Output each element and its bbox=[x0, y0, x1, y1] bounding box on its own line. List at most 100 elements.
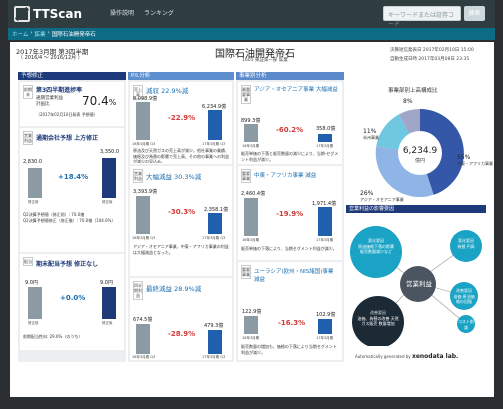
column-header: 事業別分析 bbox=[236, 72, 344, 80]
breadcrumb: ホーム › 鉱業 › 国際石油開発帝石 bbox=[12, 30, 96, 38]
bar-label: 16年3月期 Q3 bbox=[132, 142, 156, 146]
new-value: 2,358.1億 bbox=[204, 207, 229, 213]
change-percent: +0.0% bbox=[60, 294, 86, 302]
operating-profit-card: 営業利益 大幅減益 30.3%減 3,393.9億 16年3月期 Q3 -30.… bbox=[130, 166, 232, 276]
net-profit-card: 四半期利益 最終減益 28.9%減 674.5億 16年3月期 Q3 -28.9… bbox=[130, 278, 232, 360]
search-input[interactable]: キーワードまたは証券コード bbox=[383, 6, 461, 28]
new-value: 479.3億 bbox=[204, 323, 224, 329]
card-note: Q2決算予想値修正（修正後）: 70.0億（104.6%） bbox=[23, 218, 116, 223]
new-bar bbox=[102, 287, 116, 319]
search-button[interactable]: 検索 bbox=[464, 6, 485, 21]
breadcrumb-home[interactable]: ホーム bbox=[12, 30, 28, 38]
bar-label: 17年3月期 bbox=[316, 336, 334, 340]
announce-date: 決算短信発表日 2017年02月10日 15:00 bbox=[390, 48, 474, 53]
bar-label: 17年3月期 bbox=[316, 238, 334, 242]
change-percent: -60.2% bbox=[276, 126, 304, 134]
factor-bubble-label: 悪化要因 原油価格下落の影響 販売数量減少など bbox=[356, 238, 396, 255]
progress-value: 70.4% bbox=[82, 94, 116, 108]
pie-legend: 中東・アフリカ事業 bbox=[457, 161, 493, 166]
card-tag: 営業利益 bbox=[23, 131, 33, 145]
logo[interactable]: TTScan bbox=[14, 6, 82, 22]
segment-card-middle-east: 重要事業 中東・アフリカ事業 減益 2,460.4億 16年3月期 -19.9%… bbox=[238, 166, 342, 260]
segment-card-eurasia: 重要事業 ユーラシア(欧州・NIS諸国)事業 減益 122.9億 16年3月期 … bbox=[238, 262, 342, 360]
generated-date: 自動生成日時 2017年03月08日 23:35 bbox=[390, 57, 470, 62]
change-percent: -30.3% bbox=[168, 208, 196, 216]
breadcrumb-industry[interactable]: 鉱業 bbox=[35, 30, 46, 38]
pie-label-asia: 26% アジア・オセアニア事業 bbox=[360, 190, 404, 203]
card-tag: 最重要事業 bbox=[241, 85, 251, 104]
card-tag: 重要事業 bbox=[241, 169, 251, 183]
logo-text: TTScan bbox=[33, 7, 83, 21]
bar-label: 17年3月期 bbox=[316, 144, 334, 148]
new-bar bbox=[208, 330, 222, 354]
factor-bubble-label: 改善要因 油価、為替の改善 天然ガス販売 数量増加 bbox=[356, 310, 400, 327]
card-title: アジア・オセアニア事業 大幅減益 bbox=[254, 87, 338, 93]
factor-text: コスト削減 bbox=[458, 319, 474, 330]
new-bar bbox=[318, 134, 332, 142]
card-title: 通期会社予想 上方修正 bbox=[36, 135, 99, 142]
card-title: 大幅減益 30.3%減 bbox=[146, 173, 202, 181]
pie-label-eurasia: 8% bbox=[403, 98, 413, 105]
card-note: （2017年02月10日発表 予想値） bbox=[36, 112, 98, 117]
column-header: 予想修正 bbox=[18, 72, 126, 80]
pl-analysis-column: P/L分析 売上高 減収 22.9%減 8,098.9億 16年3月期 Q3 -… bbox=[128, 72, 234, 362]
prev-bar bbox=[244, 124, 258, 142]
new-value: 358.0億 bbox=[316, 126, 336, 132]
bar-label: 17年3月期 Q3 bbox=[202, 355, 226, 359]
footer-brand[interactable]: xenodata lab. bbox=[412, 353, 458, 360]
card-note: 販売数量の増加も、価格の下落により当期セグメント利益が減少。 bbox=[241, 344, 337, 355]
prev-bar bbox=[244, 316, 258, 334]
bar-label: 修正前 bbox=[28, 321, 39, 325]
pie-center-value: 6,234.9 bbox=[402, 146, 438, 156]
segment-card-asia: 最重要事業 アジア・オセアニア事業 大幅減益 899.3億 16年3月期 -60… bbox=[238, 82, 342, 164]
report-dates: 決算短信発表日 2017年02月10日 15:00 自動生成日時 2017年03… bbox=[390, 46, 474, 64]
column-header: P/L分析 bbox=[128, 72, 234, 80]
prev-value: 2,460.4億 bbox=[241, 191, 266, 197]
report-page: 2017年3月期 第3四半期 （ 2016/4 ～ 2016/12月 ） 国際石… bbox=[10, 42, 494, 397]
new-value: 6,234.9億 bbox=[202, 104, 227, 110]
new-bar bbox=[318, 319, 332, 334]
new-bar bbox=[208, 110, 222, 140]
card-tag: 営業利益 bbox=[133, 169, 143, 183]
prev-value: 9.0円 bbox=[25, 280, 38, 286]
prev-bar bbox=[136, 196, 150, 234]
pie-label-middle-east: 55% 中東・アフリカ事業 bbox=[457, 154, 493, 167]
factor-text: 油価 原油価格の回復 bbox=[453, 293, 475, 305]
top-header: TTScan 操作説明 ランキング キーワードまたは証券コード 検索 bbox=[8, 0, 495, 28]
progress-unit: % bbox=[108, 98, 117, 107]
new-bar bbox=[208, 213, 222, 234]
nav-item-ranking[interactable]: ランキング bbox=[144, 8, 174, 17]
new-value: 3,350.0 bbox=[100, 149, 120, 155]
breadcrumb-separator: › bbox=[30, 30, 33, 36]
card-tag: 重要事業 bbox=[241, 265, 251, 279]
forecast-column: 予想修正 前期末 第3四半期進捗率 通期営業利益 計画比 70.4% （2017… bbox=[18, 72, 126, 362]
card-title: 最終減益 28.9%減 bbox=[146, 285, 202, 293]
prev-value: 2,830.0 bbox=[23, 159, 43, 165]
logo-icon bbox=[14, 6, 30, 22]
bar-label: 修正後 bbox=[102, 321, 113, 325]
card-note: 販売単価の下落により、当期セグメント利益が減少。 bbox=[241, 246, 337, 251]
card-title: 中東・アフリカ事業 減益 bbox=[254, 173, 317, 179]
prev-value: 122.9億 bbox=[242, 309, 262, 315]
company-header: 2017年3月期 第3四半期 （ 2016/4 ～ 2016/12月 ） 国際石… bbox=[10, 42, 494, 68]
bar-label: 16年3月期 bbox=[242, 144, 260, 148]
change-percent: -19.9% bbox=[276, 210, 304, 218]
card-tag: 配当 bbox=[23, 257, 33, 266]
pie-percent: 8% bbox=[403, 98, 413, 105]
factor-text: 為替 円高 bbox=[457, 243, 475, 249]
revision-card: 営業利益 通期会社予想 上方修正 2,830.0 修正前 +18.4% 3,35… bbox=[20, 128, 124, 252]
pie-percent: 26% bbox=[360, 190, 374, 197]
nav-item-guide[interactable]: 操作説明 bbox=[110, 8, 134, 17]
factor-bubble-label: 悪化要因 為替 円高 bbox=[454, 238, 478, 249]
prev-value: 674.5億 bbox=[133, 317, 153, 323]
bar-label: 修正後 bbox=[102, 200, 113, 204]
app-frame: TTScan 操作説明 ランキング キーワードまたは証券コード 検索 ホーム ›… bbox=[0, 0, 503, 409]
bar-label: 16年3月期 Q3 bbox=[132, 355, 156, 359]
progress-number: 70.4 bbox=[82, 94, 109, 108]
breadcrumb-bar: ホーム › 鉱業 › 国際石油開発帝石 bbox=[8, 28, 495, 40]
prev-bar bbox=[136, 102, 150, 140]
dividend-card: 配当 期末配当予想 修正なし 9.0円 修正前 +0.0% 9.0円 修正後 前… bbox=[20, 254, 124, 350]
card-note: 販売単価の下落と販売数量の減少により、当期-セグメント利益が減少。 bbox=[241, 151, 339, 162]
prev-bar bbox=[244, 198, 258, 236]
bar-label: 17年3月期 Q3 bbox=[202, 142, 226, 146]
